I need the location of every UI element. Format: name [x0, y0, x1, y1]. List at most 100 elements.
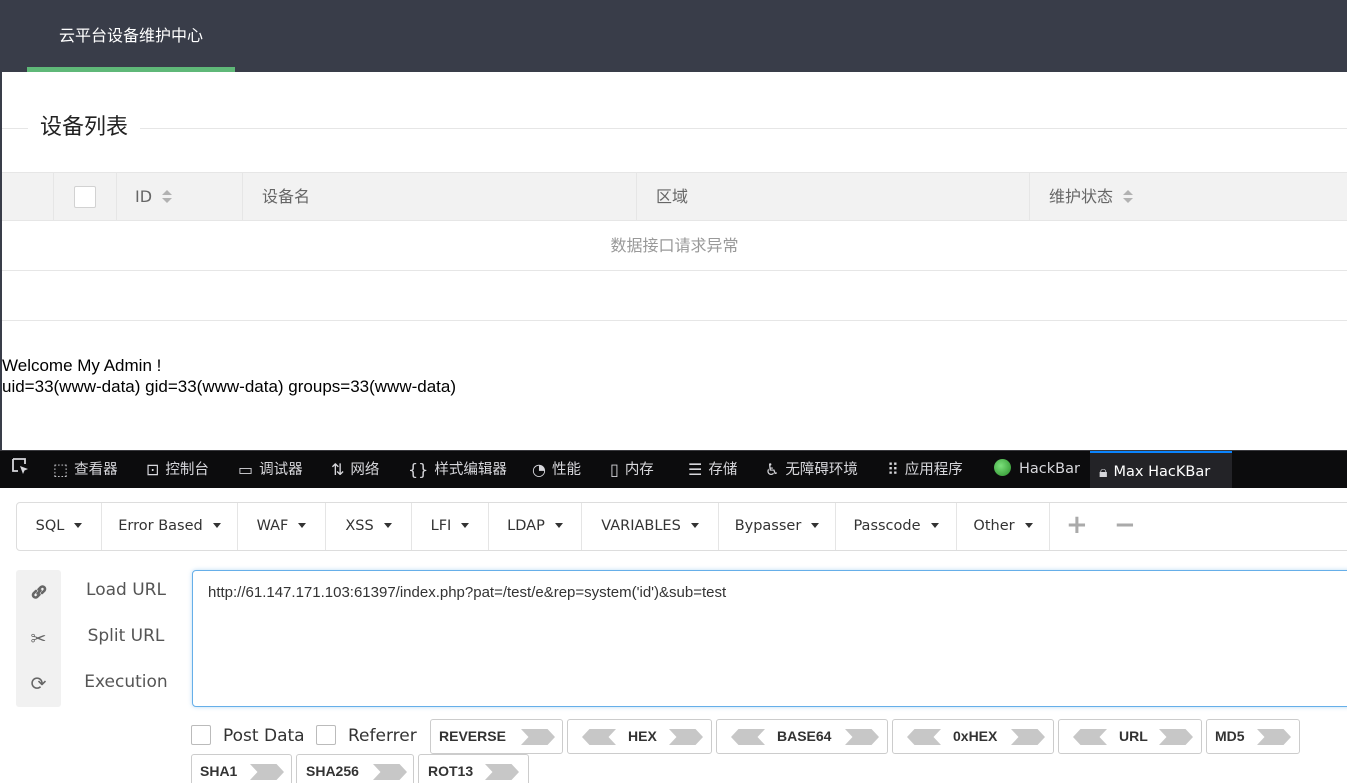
refresh-icon[interactable]: ⟳ — [16, 673, 61, 695]
arrow-right-icon — [669, 729, 703, 745]
load-url-button[interactable]: Load URL — [62, 580, 190, 600]
encoder-label: HEX — [628, 728, 657, 744]
tab-debugger[interactable]: ▭ 调试器 — [238, 451, 303, 488]
hackbar-menu: SQL Error Based WAF XSS LFI LDAP VARIABL… — [16, 502, 1347, 551]
menu-sql[interactable]: SQL — [17, 503, 102, 550]
menu-label: Other — [973, 518, 1015, 534]
menu-bypasser[interactable]: Bypasser — [719, 503, 836, 550]
caret-down-icon — [690, 523, 699, 528]
menu-error-based[interactable]: Error Based — [102, 503, 238, 550]
app-title[interactable]: 云平台设备维护中心 — [27, 0, 235, 72]
scissors-icon[interactable]: ✂ — [16, 628, 61, 650]
caret-down-icon — [383, 523, 392, 528]
inspector-icon: ⬚ — [53, 460, 69, 479]
remove-icon[interactable]: − — [1114, 503, 1136, 550]
action-icon-strip: ✂ ⟳ — [16, 570, 61, 707]
column-header-status[interactable]: 维护状态 — [1029, 173, 1347, 220]
sort-icon[interactable] — [162, 189, 173, 205]
tab-label: 内存 — [624, 462, 654, 478]
menu-other[interactable]: Other — [957, 503, 1050, 550]
caret-down-icon — [74, 523, 83, 528]
tab-network[interactable]: ⇅ 网络 — [331, 451, 379, 488]
accessibility-icon: ♿ — [765, 460, 780, 479]
arrow-right-icon — [1011, 729, 1045, 745]
menu-label: XSS — [345, 518, 374, 534]
tab-application[interactable]: ⠿ 应用程序 — [887, 451, 963, 488]
debugger-icon: ▭ — [238, 460, 254, 479]
menu-label: VARIABLES — [601, 518, 681, 534]
tab-memory[interactable]: ▯ 内存 — [610, 451, 654, 488]
caret-down-icon — [554, 523, 563, 528]
tab-hackbar[interactable]: HackBar — [994, 451, 1080, 488]
referrer-checkbox[interactable] — [316, 725, 336, 745]
add-icon[interactable]: + — [1066, 503, 1088, 550]
active-nav-indicator — [27, 67, 235, 72]
post-data-option[interactable]: Post Data — [191, 725, 305, 747]
arrow-left-icon — [1073, 729, 1107, 745]
column-label: 设备名 — [262, 187, 311, 206]
table-empty-message: 数据接口请求异常 — [2, 221, 1347, 271]
arrow-right-icon — [1159, 729, 1193, 745]
post-data-checkbox[interactable] — [191, 725, 211, 745]
console-icon: ⊡ — [146, 460, 160, 479]
column-header-id[interactable]: ID — [116, 173, 242, 220]
column-header-name: 设备名 — [242, 173, 636, 220]
style-editor-icon: {} — [408, 460, 429, 479]
url-textarea[interactable]: http://61.147.171.103:61397/index.php?pa… — [192, 570, 1347, 707]
split-url-button[interactable]: Split URL — [62, 626, 190, 646]
arrow-left-icon — [731, 729, 765, 745]
menu-xss[interactable]: XSS — [326, 503, 412, 550]
menu-label: SQL — [35, 518, 65, 534]
tab-label: Max HacKBar — [1113, 464, 1211, 480]
menu-variables[interactable]: VARIABLES — [582, 503, 719, 550]
encoder-label: BASE64 — [777, 728, 832, 744]
arrow-left-icon — [582, 729, 616, 745]
tab-style-editor[interactable]: {} 样式编辑器 — [408, 451, 507, 488]
menu-label: Bypasser — [734, 518, 802, 534]
menu-passcode[interactable]: Passcode — [836, 503, 957, 550]
command-output: Welcome My Admin ! uid=33(www-data) gid=… — [2, 355, 456, 397]
section-title: 设备列表 — [28, 112, 141, 144]
network-icon: ⇅ — [331, 460, 345, 479]
column-label: ID — [135, 187, 153, 206]
caret-down-icon — [1024, 523, 1033, 528]
arrow-right-icon — [485, 764, 519, 780]
encoder-hex-button[interactable]: HEX — [567, 719, 712, 754]
section-divider — [2, 128, 1347, 129]
caret-down-icon — [461, 523, 470, 528]
encoder-label: SHA256 — [306, 763, 359, 779]
sort-icon[interactable] — [1123, 189, 1134, 205]
encoder-label: URL — [1119, 728, 1148, 744]
encoder-sha256-button[interactable]: SHA256 — [296, 754, 414, 783]
link-icon[interactable] — [16, 582, 61, 607]
encoder-sha1-button[interactable]: SHA1 — [191, 754, 292, 783]
encoder-url-button[interactable]: URL — [1058, 719, 1202, 754]
tab-max-hackbar[interactable]: 🔒︎ Max HacKBar — [1090, 451, 1232, 488]
execution-button[interactable]: Execution — [62, 672, 190, 692]
hackbar-icon — [994, 459, 1011, 476]
tab-accessibility[interactable]: ♿ 无障碍环境 — [765, 451, 858, 488]
encoder-base64-button[interactable]: BASE64 — [716, 719, 888, 754]
storage-icon: ☰ — [688, 460, 703, 479]
arrow-right-icon — [250, 764, 284, 780]
encoder-0xhex-button[interactable]: 0xHEX — [892, 719, 1054, 754]
devtools-toolbar: ⬚ 查看器 ⊡ 控制台 ▭ 调试器 ⇅ 网络 {} 样式编辑器 ◔ 性能 ▯ 内存 ☰ 存储 ♿… — [0, 450, 1347, 488]
menu-label: Error Based — [118, 518, 203, 534]
tab-console[interactable]: ⊡ 控制台 — [146, 451, 209, 488]
menu-lfi[interactable]: LFI — [412, 503, 489, 550]
tab-storage[interactable]: ☰ 存储 — [688, 451, 737, 488]
memory-icon: ▯ — [610, 460, 619, 479]
option-label: Referrer — [348, 726, 417, 746]
encoder-rot13-button[interactable]: ROT13 — [418, 754, 529, 783]
menu-label: LDAP — [507, 518, 545, 534]
encoder-label: REVERSE — [439, 728, 506, 744]
encoder-md5-button[interactable]: MD5 — [1206, 719, 1300, 754]
referrer-option[interactable]: Referrer — [316, 725, 417, 747]
select-all-checkbox[interactable] — [74, 186, 96, 208]
encoder-reverse-button[interactable]: REVERSE — [430, 719, 563, 754]
tab-performance[interactable]: ◔ 性能 — [532, 451, 581, 488]
tab-inspector[interactable]: ⬚ 查看器 — [53, 451, 118, 488]
menu-ldap[interactable]: LDAP — [489, 503, 582, 550]
element-picker-button[interactable] — [11, 451, 31, 488]
menu-waf[interactable]: WAF — [238, 503, 326, 550]
